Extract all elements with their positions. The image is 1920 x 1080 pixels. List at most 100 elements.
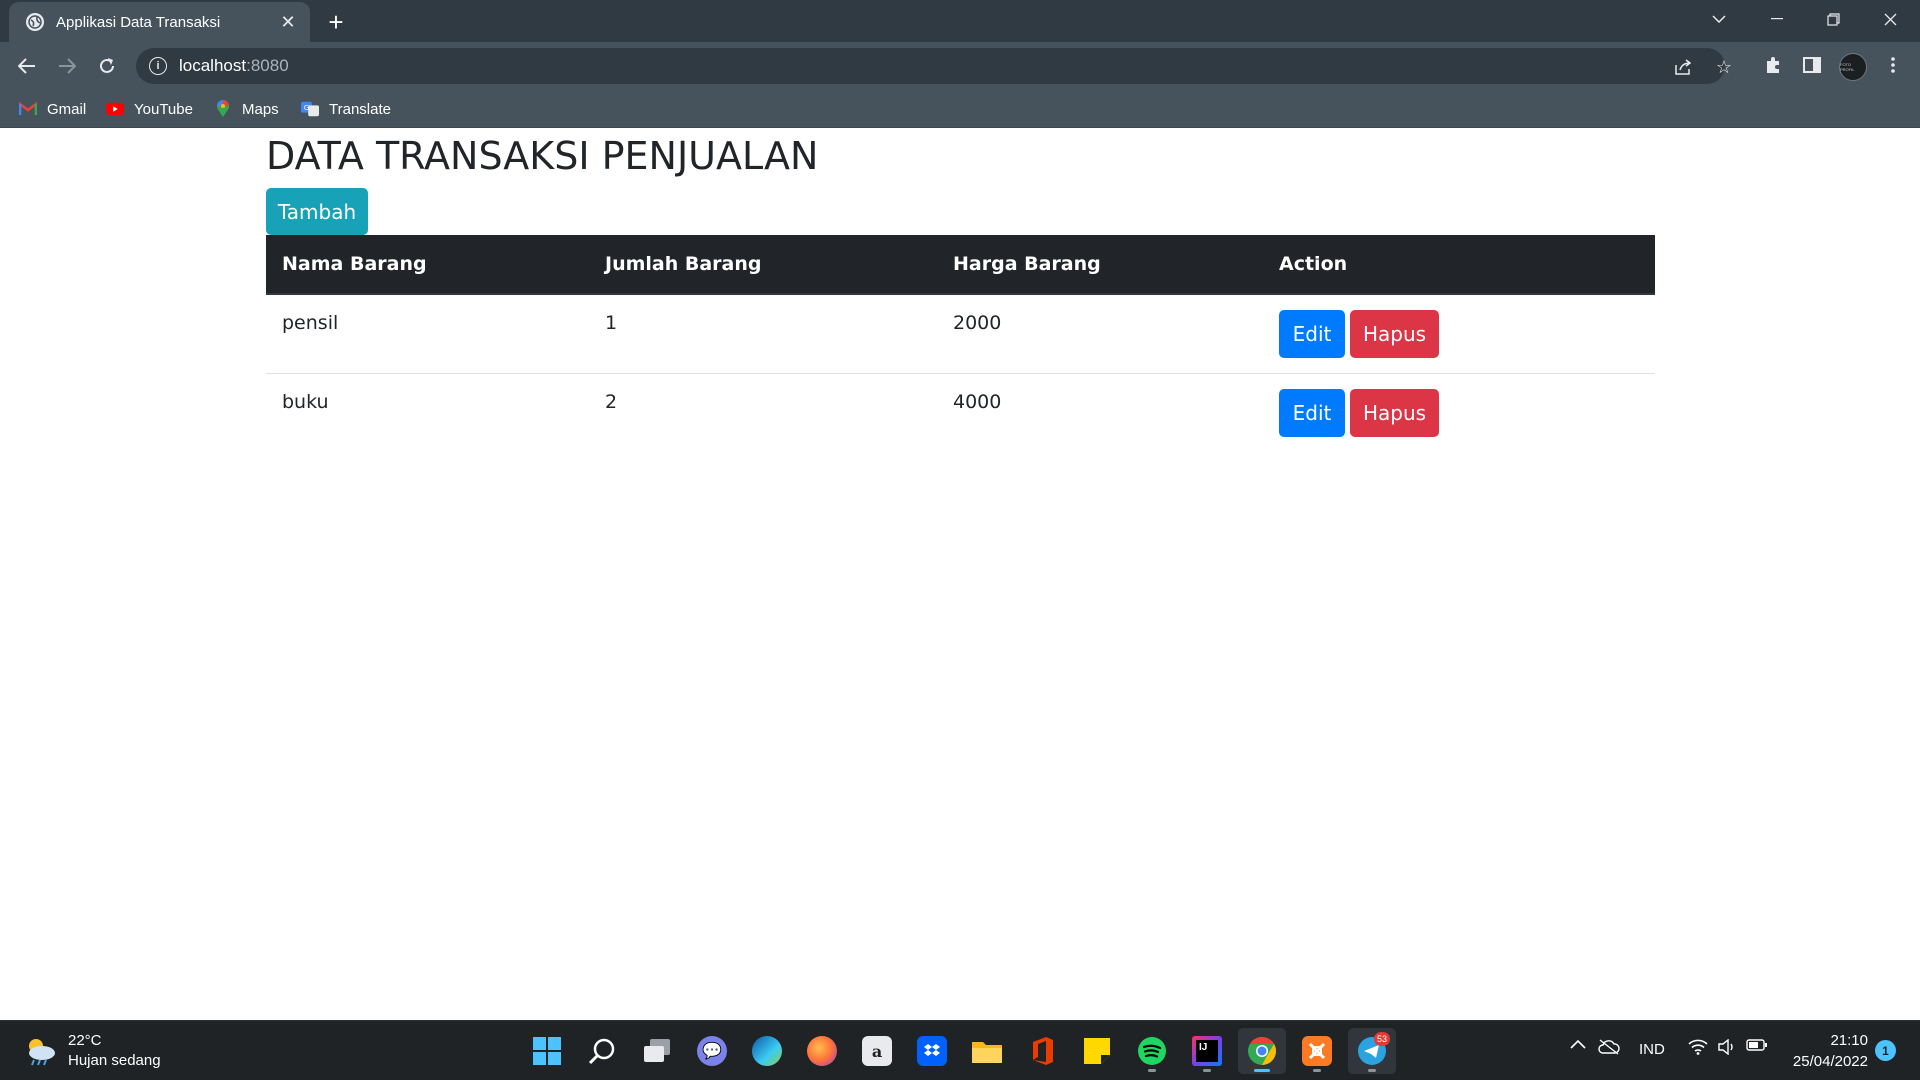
cell-action: Edit Hapus <box>1263 372 1655 452</box>
restore-button[interactable] <box>1810 0 1856 38</box>
onedrive-offline-icon[interactable] <box>1598 1039 1620 1055</box>
bookmark-label: Translate <box>329 100 391 118</box>
xampp-app[interactable] <box>1293 1028 1341 1074</box>
cell-nama: pensil <box>282 312 339 334</box>
volume-icon[interactable] <box>1718 1039 1736 1055</box>
amazon-app[interactable]: a <box>853 1028 901 1074</box>
profile-avatar[interactable]: FOTO PROFIL <box>1839 53 1867 81</box>
side-panel-icon[interactable] <box>1797 50 1827 80</box>
bookmark-label: YouTube <box>134 100 193 118</box>
chat-app[interactable]: 💬 <box>688 1028 736 1074</box>
tab-strip: Applikasi Data Transaksi ✕ + <box>0 0 1920 42</box>
spotify-icon <box>1138 1037 1166 1065</box>
search-button[interactable] <box>578 1028 626 1074</box>
page-title: DATA TRANSAKSI PENJUALAN <box>266 134 819 178</box>
bookmark-label: Gmail <box>47 100 87 118</box>
bookmark-maps[interactable]: Maps <box>214 97 279 121</box>
chrome-app[interactable] <box>1238 1028 1286 1074</box>
telegram-app[interactable]: 53 <box>1348 1028 1396 1074</box>
forward-button[interactable] <box>51 50 83 82</box>
wifi-icon[interactable] <box>1688 1039 1708 1055</box>
windows-icon <box>533 1037 561 1065</box>
folder-icon <box>972 1042 1002 1063</box>
firefox-app[interactable] <box>798 1028 846 1074</box>
site-info-icon[interactable]: i <box>149 57 167 75</box>
task-view-icon <box>644 1039 670 1062</box>
close-window-button[interactable] <box>1867 0 1913 38</box>
active-tab[interactable]: Applikasi Data Transaksi ✕ <box>9 2 310 42</box>
file-explorer-app[interactable] <box>963 1028 1011 1074</box>
edit-button[interactable]: Edit <box>1279 388 1345 437</box>
weather-widget[interactable]: 22°C Hujan sedang <box>22 1031 161 1071</box>
column-header: Harga Barang <box>937 235 1263 295</box>
clock-date: 25/04/2022 <box>1792 1053 1868 1070</box>
battery-icon[interactable] <box>1746 1039 1768 1051</box>
office-app[interactable] <box>1018 1028 1066 1074</box>
amazon-icon: a <box>862 1036 892 1066</box>
close-tab-icon[interactable]: ✕ <box>276 10 300 34</box>
show-hidden-icons[interactable] <box>1570 1039 1586 1049</box>
taskbar: 22°C Hujan sedang 💬 a IJ 53 IND 21:10 25… <box>0 1020 1920 1080</box>
tab-search-icon[interactable] <box>1696 0 1742 38</box>
table-row: buku 2 4000 Edit Hapus <box>266 372 1655 452</box>
column-header: Jumlah Barang <box>589 235 937 295</box>
chrome-icon <box>1248 1037 1276 1065</box>
cell-harga: 2000 <box>953 312 1002 334</box>
chat-icon: 💬 <box>697 1036 727 1066</box>
search-icon <box>588 1038 615 1065</box>
column-header: Nama Barang <box>266 235 589 295</box>
address-bar[interactable]: i localhost:8080 ☆ <box>136 48 1732 84</box>
add-button[interactable]: Tambah <box>266 188 368 235</box>
back-button[interactable] <box>11 50 43 82</box>
edit-button[interactable]: Edit <box>1279 310 1345 358</box>
bookmark-star-icon[interactable]: ☆ <box>1713 56 1735 78</box>
url-port: :8080 <box>246 56 289 75</box>
url-host: localhost <box>179 56 247 75</box>
cell-nama: buku <box>266 372 589 452</box>
telegram-badge: 53 <box>1373 1032 1390 1046</box>
language-indicator[interactable]: IND <box>1639 1041 1665 1058</box>
svg-text:G: G <box>304 103 310 112</box>
gmail-icon <box>19 102 37 116</box>
intellij-icon: IJ <box>1192 1036 1222 1066</box>
dropbox-app[interactable] <box>908 1028 956 1074</box>
bookmark-translate[interactable]: G Translate <box>301 97 391 121</box>
delete-button[interactable]: Hapus <box>1350 310 1439 358</box>
cell-jumlah: 1 <box>605 312 618 334</box>
task-view-button[interactable] <box>633 1028 681 1074</box>
intellij-app[interactable]: IJ <box>1183 1028 1231 1074</box>
cell-harga: 4000 <box>937 372 1263 452</box>
share-icon[interactable] <box>1673 56 1695 78</box>
delete-button[interactable]: Hapus <box>1350 388 1439 437</box>
transactions-table: Nama Barang Jumlah Barang Harga Barang A… <box>266 235 1655 452</box>
extensions-icon[interactable] <box>1758 50 1788 80</box>
bookmark-gmail[interactable]: Gmail <box>19 97 86 121</box>
minimize-button[interactable] <box>1754 0 1800 38</box>
clock[interactable]: 21:10 25/04/2022 <box>1784 1030 1868 1072</box>
bookmark-label: Maps <box>242 100 279 118</box>
xampp-icon <box>1302 1036 1332 1066</box>
bookmarks-bar: Gmail YouTube Maps G Translate <box>0 89 1920 128</box>
table-header-row: Nama Barang Jumlah Barang Harga Barang A… <box>266 235 1655 295</box>
menu-kebab-icon[interactable] <box>1878 50 1908 80</box>
sticky-notes-app[interactable] <box>1073 1028 1121 1074</box>
cell-jumlah: 2 <box>589 372 937 452</box>
maps-icon <box>214 100 232 117</box>
column-header: Action <box>1263 235 1655 295</box>
office-icon <box>1033 1037 1053 1065</box>
notification-badge[interactable]: 1 <box>1875 1040 1896 1061</box>
bookmark-youtube[interactable]: YouTube <box>106 97 193 121</box>
new-tab-button[interactable]: + <box>322 7 350 37</box>
weather-desc: Hujan sedang <box>68 1052 161 1069</box>
url-text: localhost:8080 <box>179 56 289 76</box>
table-row: pensil 1 2000 Edit Hapus <box>266 294 1655 373</box>
globe-icon <box>26 13 44 31</box>
cell-action: Edit Hapus <box>1263 294 1655 373</box>
start-button[interactable] <box>523 1028 571 1074</box>
spotify-app[interactable] <box>1128 1028 1176 1074</box>
youtube-icon <box>106 102 124 116</box>
sticky-notes-icon <box>1084 1038 1110 1064</box>
clock-time: 21:10 <box>1830 1032 1868 1049</box>
edge-app[interactable] <box>743 1028 791 1074</box>
reload-button[interactable] <box>91 50 123 82</box>
